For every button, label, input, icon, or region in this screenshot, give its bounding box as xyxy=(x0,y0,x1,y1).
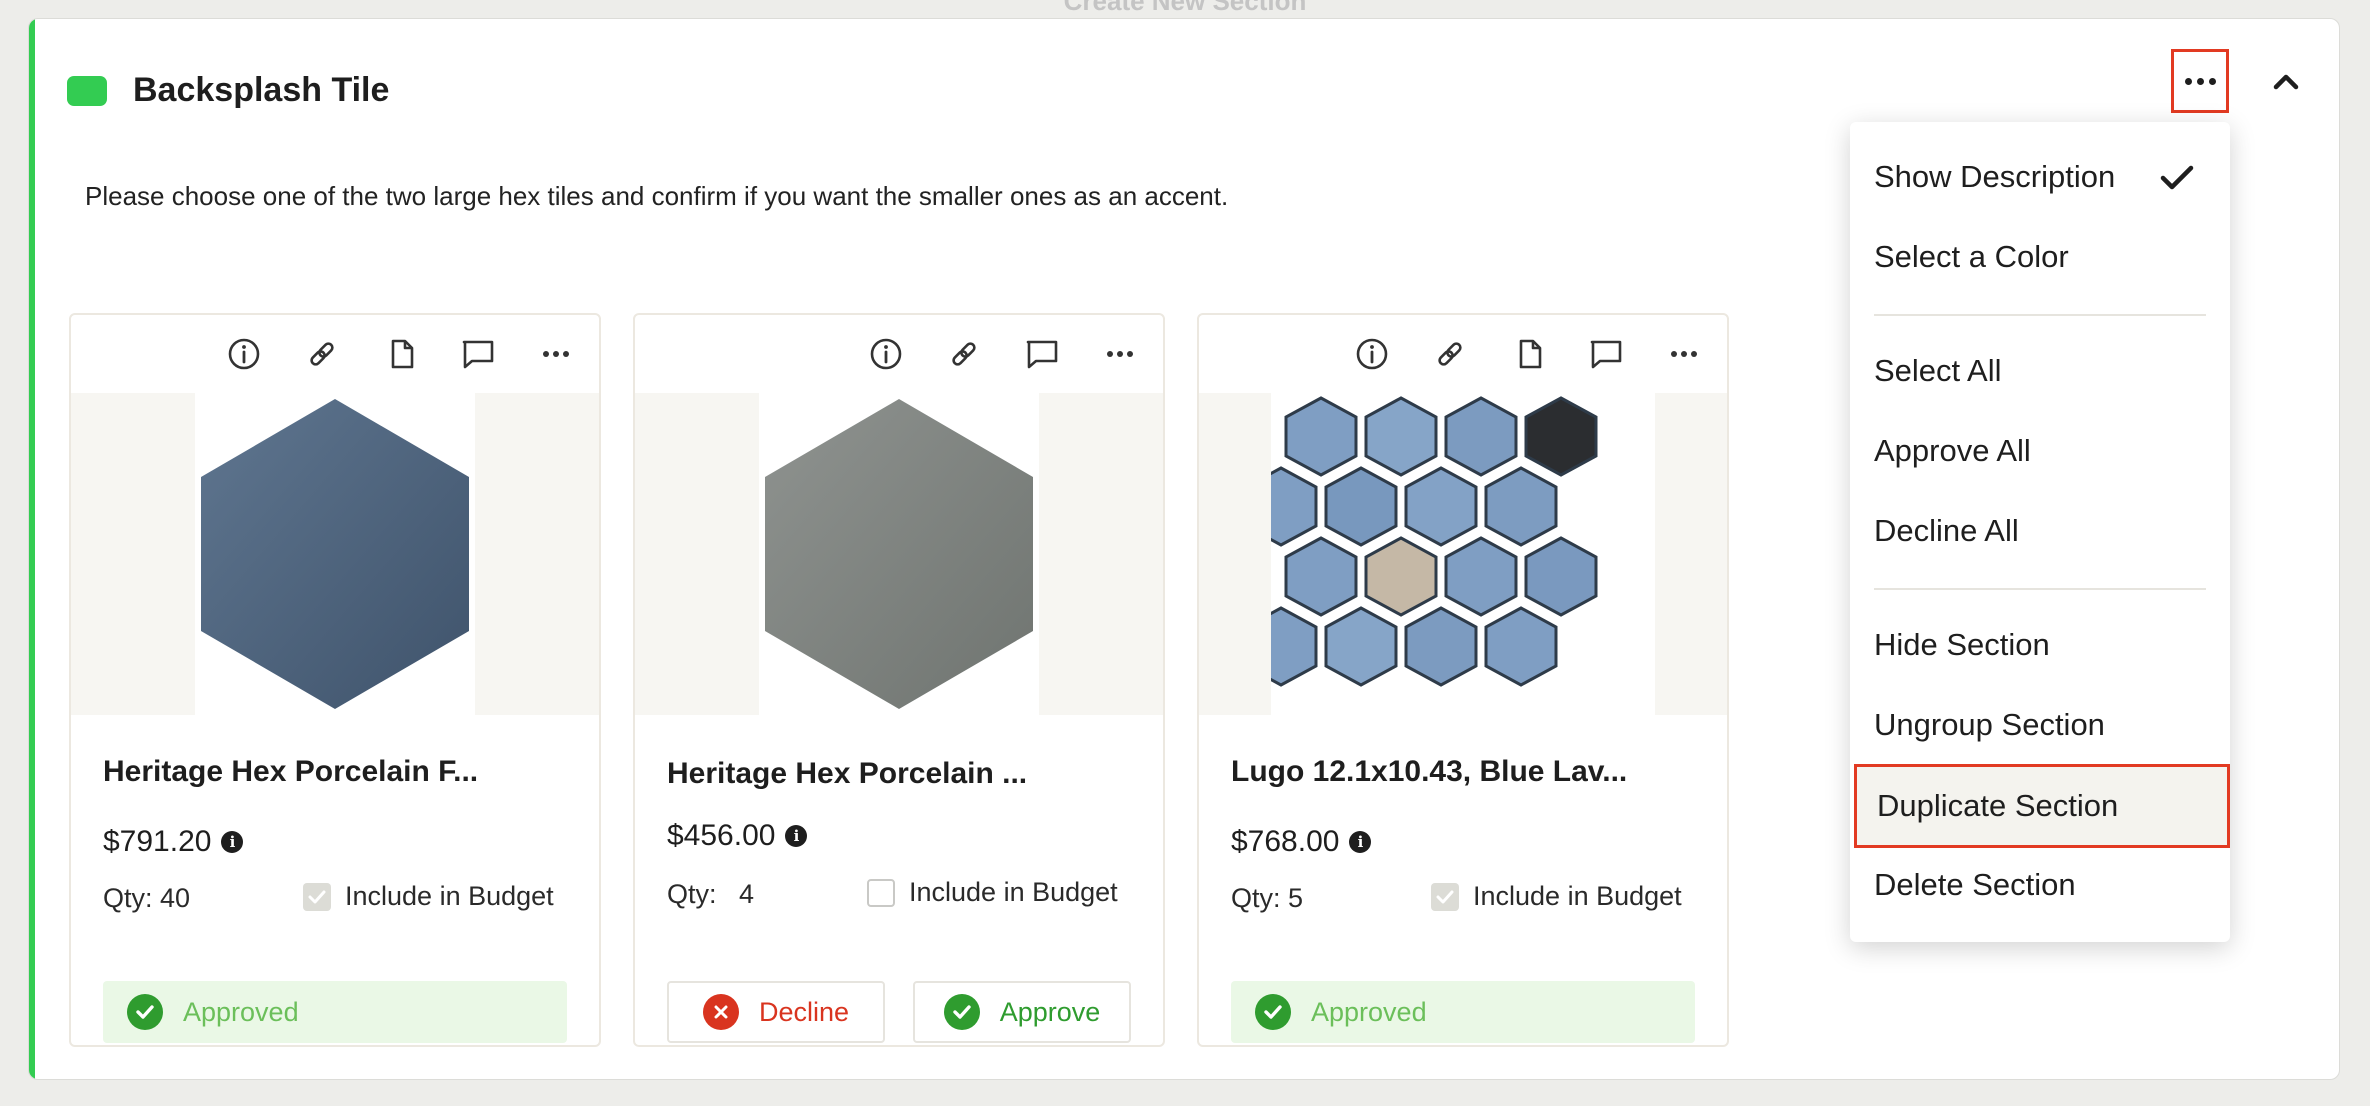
check-circle-icon xyxy=(1255,994,1291,1030)
collapse-button[interactable] xyxy=(2261,59,2311,103)
budget-checkbox[interactable] xyxy=(1431,882,1459,911)
more-dot xyxy=(2196,77,2204,85)
budget-label: Include in Budget xyxy=(345,881,554,911)
menu-item-ungroup-section[interactable]: Ungroup Section xyxy=(1874,694,2206,756)
menu-item-duplicate-section[interactable]: Duplicate Section xyxy=(1854,764,2230,848)
approved-status: Approved xyxy=(103,981,567,1043)
comment-icon[interactable] xyxy=(459,335,497,373)
check-circle-icon xyxy=(127,994,163,1030)
price-value: $456.00 xyxy=(667,819,776,852)
product-image[interactable] xyxy=(635,393,1163,715)
menu-item-select-color[interactable]: Select a Color xyxy=(1874,226,2206,288)
product-card[interactable]: Heritage Hex Porcelain F... $791.20 i Qt… xyxy=(69,313,601,1047)
menu-divider xyxy=(1874,588,2206,590)
x-circle-icon xyxy=(702,994,739,1030)
more-icon[interactable] xyxy=(537,335,575,373)
checkmark-icon xyxy=(2160,165,2194,190)
menu-item-label: Show Description xyxy=(1874,159,2116,194)
document-icon[interactable] xyxy=(1511,335,1549,373)
link-icon[interactable] xyxy=(1431,335,1469,373)
status-label: Approved xyxy=(1311,996,1427,1027)
section-more-button[interactable] xyxy=(2171,49,2229,113)
product-image[interactable] xyxy=(71,393,599,715)
menu-item-hide-section[interactable]: Hide Section xyxy=(1874,614,2206,676)
price-info-icon[interactable]: i xyxy=(785,825,808,847)
product-card[interactable]: Lugo 12.1x10.43, Blue Lav... $768.00 i Q… xyxy=(1197,313,1729,1047)
more-dot xyxy=(2184,77,2192,85)
card-toolbar xyxy=(1199,315,1727,393)
check-circle-icon xyxy=(943,994,980,1030)
menu-item-decline-all[interactable]: Decline All xyxy=(1874,500,2206,562)
comment-icon[interactable] xyxy=(1023,335,1061,373)
budget-label: Include in Budget xyxy=(909,877,1118,907)
budget-label: Include in Budget xyxy=(1473,881,1682,911)
section-accent-bar xyxy=(29,19,35,1079)
info-icon[interactable] xyxy=(1353,335,1391,373)
decline-button[interactable]: Decline xyxy=(667,981,885,1043)
product-name[interactable]: Heritage Hex Porcelain ... xyxy=(667,757,1027,791)
link-icon[interactable] xyxy=(303,335,341,373)
menu-item-delete-section[interactable]: Delete Section xyxy=(1874,854,2206,916)
create-new-section-label[interactable]: Create New Section xyxy=(0,0,2370,17)
product-qty[interactable]: Qty: 4 xyxy=(667,879,754,910)
product-card[interactable]: Heritage Hex Porcelain ... $456.00 i Qty… xyxy=(633,313,1165,1047)
include-budget-toggle[interactable]: Include in Budget xyxy=(867,877,1118,908)
product-price: $456.00 i xyxy=(667,819,808,853)
card-toolbar xyxy=(635,315,1163,393)
product-name[interactable]: Lugo 12.1x10.43, Blue Lav... xyxy=(1231,755,1627,789)
menu-item-approve-all[interactable]: Approve All xyxy=(1874,420,2206,482)
budget-checkbox[interactable] xyxy=(303,882,331,911)
decline-label: Decline xyxy=(758,996,850,1027)
product-qty[interactable]: Qty: 5 xyxy=(1231,883,1303,914)
info-icon[interactable] xyxy=(867,335,905,373)
more-icon[interactable] xyxy=(1101,335,1139,373)
card-toolbar xyxy=(71,315,599,393)
approve-label: Approve xyxy=(999,996,1101,1027)
price-value: $791.20 xyxy=(103,825,212,858)
section-title: Backsplash Tile xyxy=(133,71,390,109)
section-description: Please choose one of the two large hex t… xyxy=(85,181,1229,211)
price-info-icon[interactable]: i xyxy=(221,831,244,853)
menu-divider xyxy=(1874,314,2206,316)
approved-status: Approved xyxy=(1231,981,1695,1043)
more-dot xyxy=(2208,77,2216,85)
product-price: $791.20 i xyxy=(103,825,244,859)
info-icon[interactable] xyxy=(225,335,263,373)
product-qty[interactable]: Qty: 40 xyxy=(103,883,190,914)
section-color-swatch[interactable] xyxy=(67,76,107,106)
comment-icon[interactable] xyxy=(1587,335,1625,373)
status-label: Approved xyxy=(183,996,299,1027)
approve-button[interactable]: Approve xyxy=(913,981,1131,1043)
price-value: $768.00 xyxy=(1231,825,1340,858)
link-icon[interactable] xyxy=(945,335,983,373)
price-info-icon[interactable]: i xyxy=(1349,831,1372,853)
product-image[interactable] xyxy=(1199,393,1727,715)
budget-checkbox[interactable] xyxy=(867,878,895,907)
menu-item-show-description[interactable]: Show Description xyxy=(1874,146,2206,208)
more-icon[interactable] xyxy=(1665,335,1703,373)
product-price: $768.00 i xyxy=(1231,825,1372,859)
menu-item-select-all[interactable]: Select All xyxy=(1874,340,2206,402)
document-icon[interactable] xyxy=(383,335,421,373)
include-budget-toggle[interactable]: Include in Budget xyxy=(1431,881,1682,912)
section-options-menu: Show Description Select a Color Select A… xyxy=(1850,122,2230,942)
product-name[interactable]: Heritage Hex Porcelain F... xyxy=(103,755,478,789)
chevron-up-icon xyxy=(2273,74,2299,90)
include-budget-toggle[interactable]: Include in Budget xyxy=(303,881,554,912)
